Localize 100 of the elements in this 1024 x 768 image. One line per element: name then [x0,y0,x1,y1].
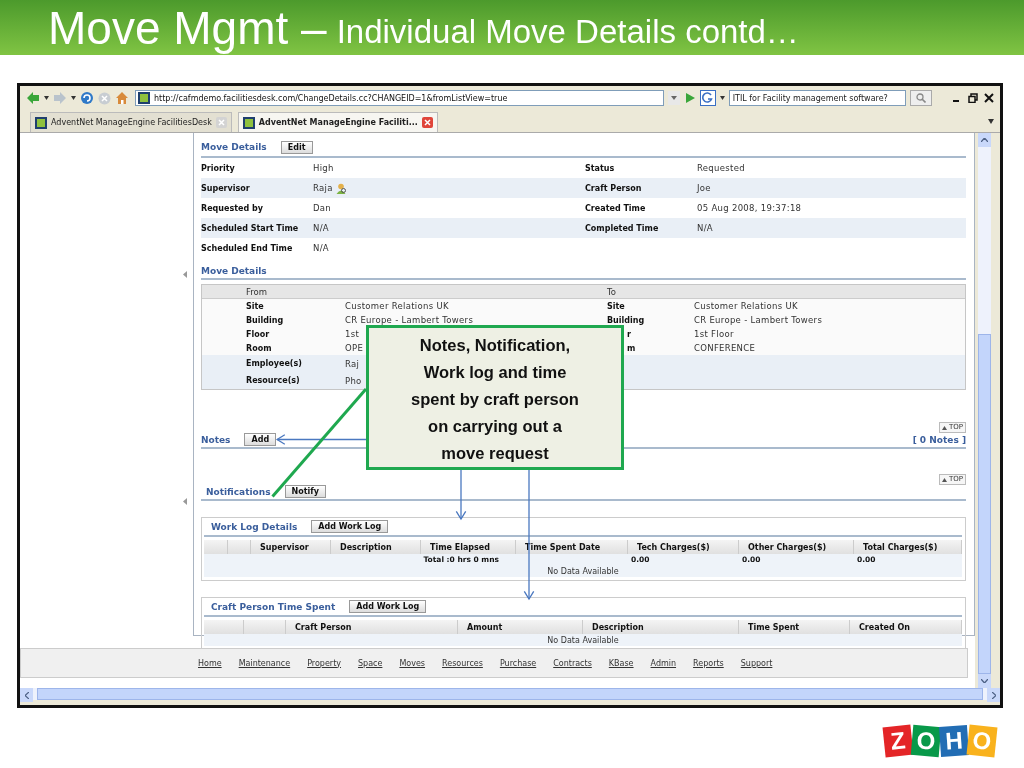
scroll-down-button[interactable] [978,674,991,688]
notify-button[interactable]: Notify [284,485,326,498]
field-label: Created Time [585,203,647,213]
browser-tab[interactable]: AdventNet ManageEngine Faciliti... [237,112,438,132]
scrollbar-thumb[interactable] [978,334,991,674]
section-title: Move Details [201,266,267,276]
footer-link[interactable]: Contracts [553,658,592,668]
go-icon[interactable] [683,91,696,105]
dropdown-icon[interactable] [667,91,680,105]
field-value: Dan [313,203,332,213]
empty-message: No Data Available [547,566,619,576]
field-label: r [626,329,632,339]
site-icon [242,116,255,129]
add-work-log-button[interactable]: Add Work Log [349,600,427,613]
user-icon[interactable] [335,182,347,194]
scroll-left-button[interactable] [20,688,33,702]
field-label: Floor [246,329,271,339]
search-icon [916,93,927,103]
search-button[interactable] [910,90,932,106]
slide-title: Move Mgmt – [48,0,327,55]
field-label: Craft Person [585,183,643,193]
footer-link[interactable]: KBase [608,658,634,668]
footer-link[interactable]: Support [740,658,773,668]
field-label: Priority [201,163,236,173]
field-label: Employee(s) [246,359,303,368]
footer-link[interactable]: Home [198,658,222,668]
field-value: Customer Relations UK [694,301,798,311]
refresh-icon[interactable] [80,91,94,105]
collapse-icon[interactable] [183,498,187,505]
caret-icon[interactable] [719,96,725,100]
field-value: Raja [313,183,333,193]
up-arrow-icon [942,477,947,482]
field-value: CONFERENCE [694,343,756,353]
field-value: Requested [697,163,745,173]
footer-link[interactable]: Purchase [499,658,537,668]
caret-icon[interactable] [71,96,76,100]
field-value: Customer Relations UK [345,301,449,311]
vertical-scrollbar[interactable] [978,133,991,688]
column-header: To [607,286,617,297]
field-label: Requested by [201,203,264,213]
arrow [455,469,467,521]
add-work-log-button[interactable]: Add Work Log [311,520,389,533]
section-title: Notifications [205,486,271,497]
footer-link[interactable]: Resources [442,658,483,668]
caret-icon[interactable] [988,118,994,124]
field-value: Pho [345,375,362,386]
column-header: From [246,286,269,297]
field-label: m [626,343,637,353]
field-value: N/A [313,223,329,233]
field-label: Completed Time [585,223,660,233]
scroll-up-button[interactable] [978,133,991,147]
field-value: 1st Floor [694,329,734,339]
field-label: Scheduled Start Time [201,223,300,233]
site-icon [138,92,150,104]
edit-button[interactable]: Edit [280,140,313,154]
footer-link[interactable]: Reports [693,658,724,668]
logo-tile: O [966,724,998,758]
field-value: OPE [345,343,364,353]
close-icon[interactable] [984,93,994,103]
section-title: Craft Person Time Spent [211,601,336,612]
field-label: Status [585,163,616,173]
search-field[interactable]: ITIL for Facility management software? [728,90,907,106]
field-label: Supervisor [201,183,251,193]
field-value: CR Europe - Lambert Towers [345,315,474,325]
field-label: Site [607,301,626,311]
field-value: 05 Aug 2008, 19:37:18 [697,203,802,213]
section-title: Work Log Details [211,521,298,532]
footer-link[interactable]: Property [307,658,341,668]
field-label: Building [246,315,285,325]
field-label: Resource(s) [246,376,301,385]
notes-count-link[interactable]: [ 0 Notes ] [912,434,966,445]
footer-link[interactable]: Admin [650,658,677,668]
address-field[interactable]: http://cafmdemo.facilitiesdesk.com/ChangeDetails.cc?CHANGEID=1&fromListView=true [135,90,664,106]
empty-message: No Data Available [547,635,619,645]
field-label: Room [246,343,273,353]
add-button[interactable]: Add [244,433,277,446]
footer-link[interactable]: Space [358,658,383,668]
footer-link[interactable]: Moves [399,658,426,668]
search-engine-icon[interactable] [699,90,716,106]
collapse-icon[interactable] [183,271,187,278]
field-value: N/A [313,243,329,253]
footer-link[interactable]: Maintenance [238,658,291,668]
field-value: Joe [697,183,711,193]
field-value: High [313,163,334,173]
caret-icon[interactable] [44,96,49,100]
home-icon[interactable] [115,91,129,105]
up-arrow-icon [942,425,947,430]
logo-tile: Z [882,724,914,758]
section-title: Notes [201,434,231,445]
logo-tile: H [939,725,969,757]
field-label: Building [607,315,646,325]
section-title: Move Details [201,142,267,152]
scroll-right-button[interactable] [987,688,1000,702]
site-icon [35,116,47,129]
browser-tab[interactable]: AdventNet ManageEngine FacilitiesDesk [30,112,232,132]
field-label: Scheduled End Time [201,243,294,253]
logo-tile: O [910,724,942,758]
callout: Notes, Notification, Work log and time spent by craft person on carrying out a move request [366,325,624,470]
field-value: Raj [345,358,360,369]
restore-icon[interactable] [968,93,978,103]
